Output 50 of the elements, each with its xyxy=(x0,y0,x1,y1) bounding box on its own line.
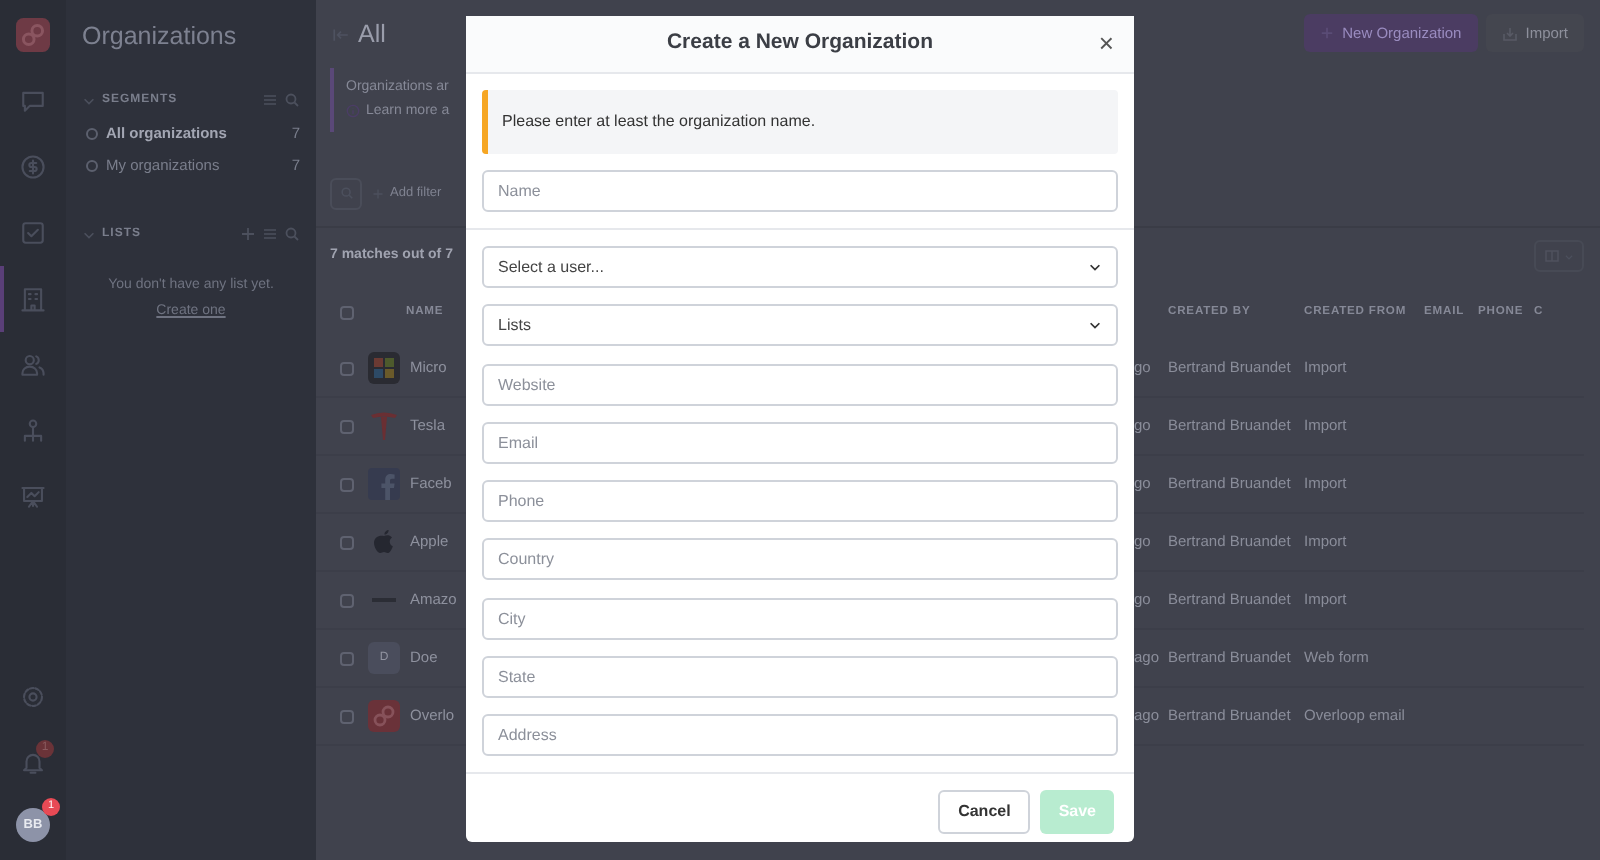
bell-icon[interactable] xyxy=(20,750,46,776)
info-icon xyxy=(346,104,360,119)
hierarchy-icon xyxy=(20,418,46,444)
checkbox[interactable] xyxy=(340,477,354,491)
chat-bubble-icon xyxy=(20,88,46,114)
checkbox[interactable] xyxy=(340,305,354,319)
select-field[interactable]: Lists xyxy=(482,304,1118,347)
tiles-icon xyxy=(368,352,400,384)
input-field[interactable]: Phone xyxy=(482,480,1118,523)
checkbox[interactable] xyxy=(340,593,354,607)
checkbox[interactable] xyxy=(340,709,354,723)
page-title: All xyxy=(358,18,386,52)
caret-icon xyxy=(1088,318,1102,333)
sidebar-title: Organizations xyxy=(82,20,239,54)
caret-icon xyxy=(1088,260,1102,274)
building-icon xyxy=(20,286,46,312)
app-logo[interactable] xyxy=(16,18,50,52)
list-icon[interactable] xyxy=(262,92,278,109)
dialog-title: Create a New Organization xyxy=(666,28,934,59)
checkbox[interactable] xyxy=(340,651,354,665)
dollar-coin-icon xyxy=(20,154,46,180)
input-field[interactable]: Address xyxy=(482,714,1118,757)
people-icon xyxy=(20,352,46,378)
warning-message: Please enter at least the organization name. xyxy=(482,90,1118,154)
search-icon[interactable] xyxy=(284,92,300,109)
checkbox[interactable] xyxy=(340,419,354,433)
radio-icon[interactable] xyxy=(86,159,98,172)
t-logo-icon xyxy=(368,410,400,442)
checkbox[interactable] xyxy=(340,361,354,375)
select-field[interactable]: Select a user... xyxy=(482,246,1118,288)
cancel-button[interactable]: Cancel xyxy=(938,790,1031,835)
chevron-icon[interactable] xyxy=(82,93,96,108)
name-field[interactable]: Name xyxy=(482,170,1118,212)
close-button[interactable]: × xyxy=(1094,26,1118,62)
checkbox-icon xyxy=(20,220,46,246)
presentation-chart-icon xyxy=(20,484,46,510)
checkbox[interactable] xyxy=(340,535,354,549)
f-logo-icon xyxy=(368,468,400,500)
radio-icon[interactable] xyxy=(86,127,98,140)
input-field[interactable]: Country xyxy=(482,538,1118,581)
list-icon[interactable] xyxy=(262,226,278,243)
add-icon[interactable] xyxy=(240,226,256,243)
input-field[interactable]: Email xyxy=(482,421,1118,464)
chevron-icon[interactable] xyxy=(82,227,96,242)
linked-rings-logo-icon xyxy=(368,700,400,732)
search-icon[interactable] xyxy=(284,226,300,243)
input-field[interactable]: City xyxy=(482,597,1118,640)
input-field[interactable]: Website xyxy=(482,363,1118,406)
input-field[interactable]: State xyxy=(482,656,1118,699)
settings-icon[interactable] xyxy=(20,684,46,710)
